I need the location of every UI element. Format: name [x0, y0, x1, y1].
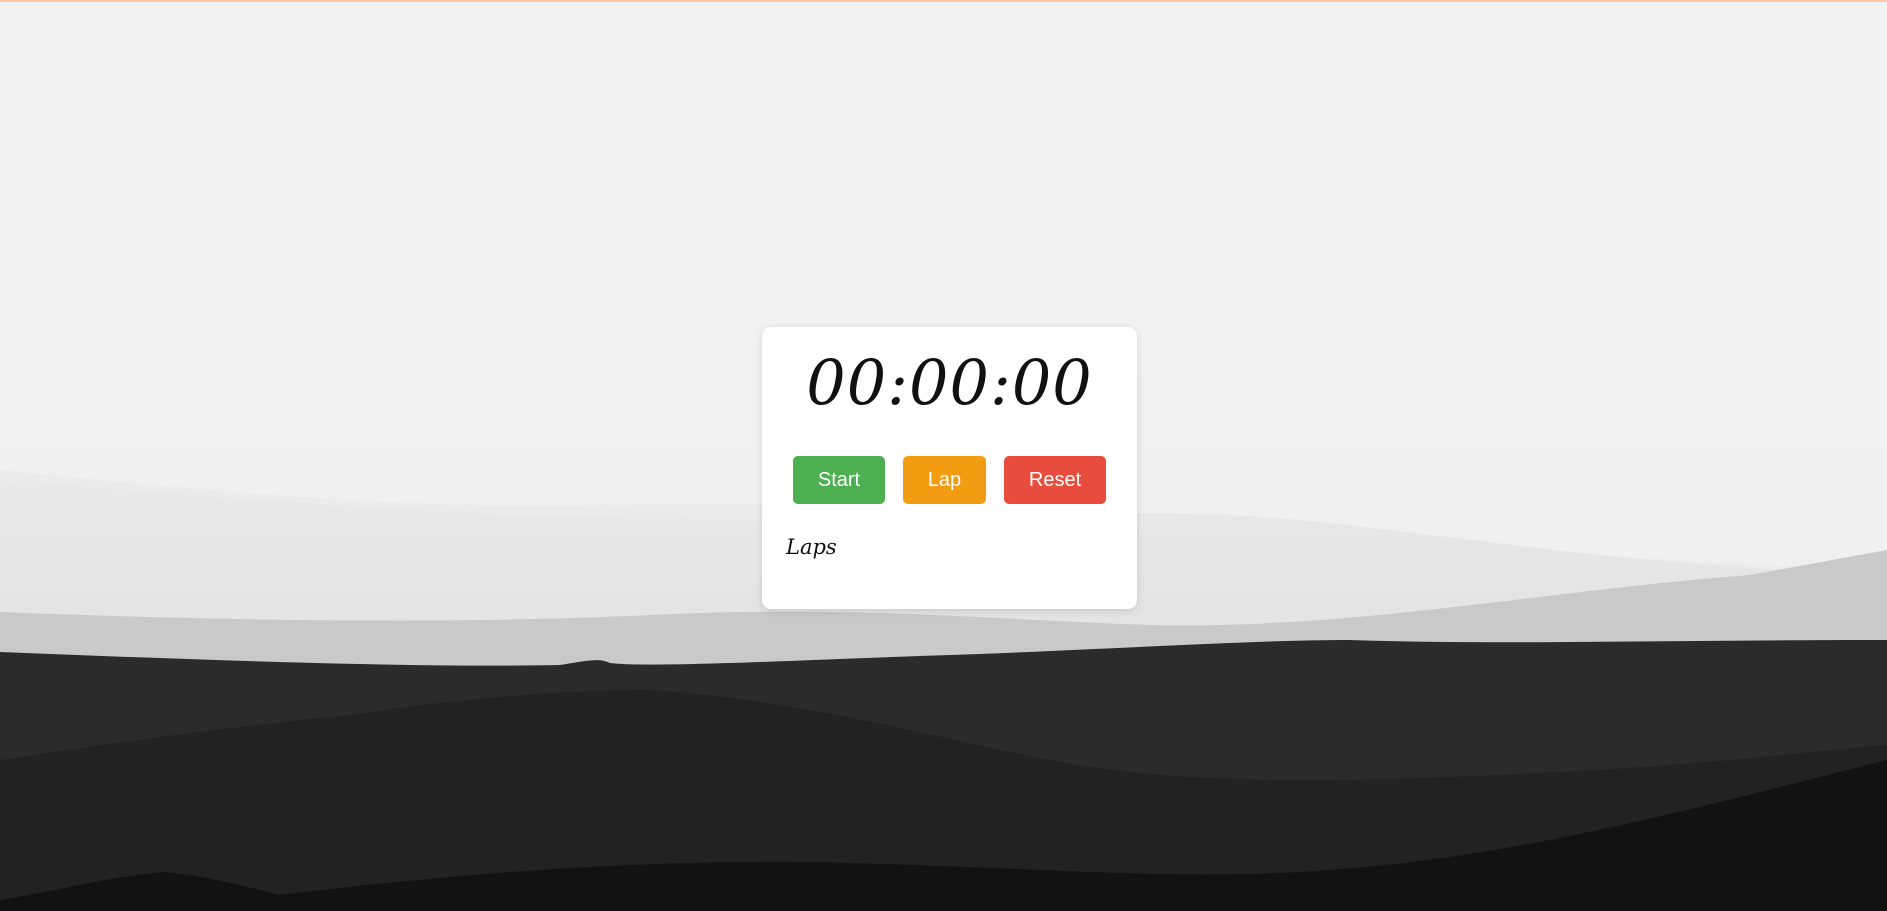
control-buttons: Start Lap Reset: [762, 456, 1137, 504]
reset-button[interactable]: Reset: [1004, 456, 1106, 504]
stopwatch-card: 00:00:00 Start Lap Reset Laps: [762, 327, 1137, 609]
time-display: 00:00:00: [806, 346, 1093, 419]
laps-heading: Laps: [786, 535, 837, 559]
top-accent-line: [0, 0, 1887, 2]
lap-button[interactable]: Lap: [903, 456, 986, 504]
start-button[interactable]: Start: [793, 456, 885, 504]
